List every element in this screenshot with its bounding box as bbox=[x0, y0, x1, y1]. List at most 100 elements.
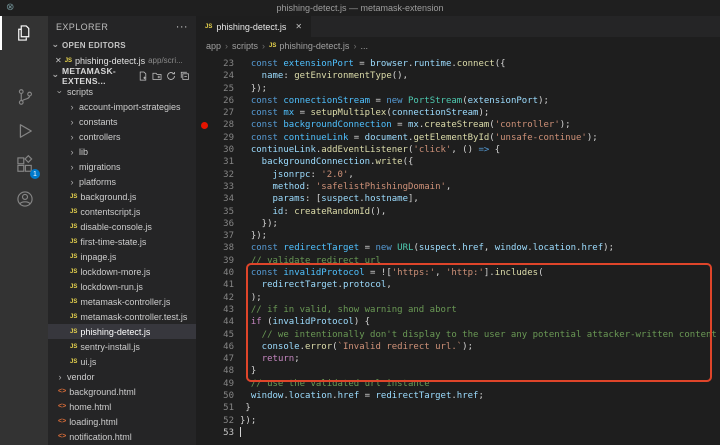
code-line-47[interactable]: 47 return; bbox=[196, 353, 720, 365]
line-number[interactable]: 46 bbox=[196, 341, 240, 353]
tree-item-disable-console-js[interactable]: JSdisable-console.js bbox=[48, 219, 196, 234]
code-line-52[interactable]: 52}); bbox=[196, 415, 720, 427]
run-debug-icon[interactable] bbox=[0, 114, 48, 148]
tree-item-metamask-controller-js[interactable]: JSmetamask-controller.js bbox=[48, 294, 196, 309]
tree-item-first-time-state-js[interactable]: JSfirst-time-state.js bbox=[48, 234, 196, 249]
line-number[interactable]: 45 bbox=[196, 329, 240, 341]
code-line-33[interactable]: 33 method: 'safelistPhishingDomain', bbox=[196, 181, 720, 193]
line-number[interactable]: 47 bbox=[196, 353, 240, 365]
collapse-all-icon[interactable] bbox=[179, 70, 191, 82]
tree-item-contentscript-js[interactable]: JScontentscript.js bbox=[48, 204, 196, 219]
project-header[interactable]: › METAMASK-EXTENS... bbox=[48, 68, 196, 84]
code-line-34[interactable]: 34 params: [suspect.hostname], bbox=[196, 193, 720, 205]
tree-item-metamask-controller-test-js[interactable]: JSmetamask-controller.test.js bbox=[48, 309, 196, 324]
line-number[interactable]: 23 bbox=[196, 58, 240, 70]
breadcrumb-scripts[interactable]: scripts bbox=[232, 41, 258, 51]
code-line-32[interactable]: 32 jsonrpc: '2.0', bbox=[196, 169, 720, 181]
new-file-icon[interactable] bbox=[137, 70, 149, 82]
line-number[interactable]: 42 bbox=[196, 292, 240, 304]
line-number[interactable]: 39 bbox=[196, 255, 240, 267]
tree-item-lockdown-more-js[interactable]: JSlockdown-more.js bbox=[48, 264, 196, 279]
code-line-37[interactable]: 37 }); bbox=[196, 230, 720, 242]
breakpoint-dot[interactable] bbox=[201, 122, 208, 129]
breadcrumb-phishing-detect-js[interactable]: JSphishing-detect.js bbox=[269, 41, 349, 51]
line-number[interactable]: 43 bbox=[196, 304, 240, 316]
line-number[interactable]: 34 bbox=[196, 193, 240, 205]
tree-item-notification-html[interactable]: <>notification.html bbox=[48, 429, 196, 444]
line-number[interactable]: 25 bbox=[196, 83, 240, 95]
line-number[interactable]: 32 bbox=[196, 169, 240, 181]
line-number[interactable]: 48 bbox=[196, 365, 240, 377]
extensions-icon[interactable]: 1 bbox=[0, 148, 48, 182]
line-number[interactable]: 27 bbox=[196, 107, 240, 119]
code-line-27[interactable]: 27 const mx = setupMultiplex(connectionS… bbox=[196, 107, 720, 119]
code-line-23[interactable]: 23 const extensionPort = browser.runtime… bbox=[196, 58, 720, 70]
code-line-40[interactable]: 40 const invalidProtocol = !['https:', '… bbox=[196, 267, 720, 279]
line-number[interactable]: 28 bbox=[196, 119, 240, 131]
line-number[interactable]: 38 bbox=[196, 242, 240, 254]
code-line-42[interactable]: 42 ); bbox=[196, 292, 720, 304]
code-line-48[interactable]: 48 } bbox=[196, 365, 720, 377]
line-number[interactable]: 35 bbox=[196, 206, 240, 218]
tree-item-migrations[interactable]: ›migrations bbox=[48, 159, 196, 174]
new-folder-icon[interactable] bbox=[151, 70, 163, 82]
line-number[interactable]: 29 bbox=[196, 132, 240, 144]
code-line-51[interactable]: 51 } bbox=[196, 402, 720, 414]
tree-item-background-html[interactable]: <>background.html bbox=[48, 384, 196, 399]
tree-item-ui-js[interactable]: JSui.js bbox=[48, 354, 196, 369]
code-line-31[interactable]: 31 backgroundConnection.write({ bbox=[196, 156, 720, 168]
more-actions-icon[interactable]: ··· bbox=[176, 23, 188, 31]
code-line-43[interactable]: 43 // if in valid, show warning and abor… bbox=[196, 304, 720, 316]
code-line-45[interactable]: 45 // we intentionally don't display to … bbox=[196, 329, 720, 341]
code-line-35[interactable]: 35 id: createRandomId(), bbox=[196, 206, 720, 218]
code-line-41[interactable]: 41 redirectTarget.protocol, bbox=[196, 279, 720, 291]
line-number[interactable]: 52 bbox=[196, 415, 240, 427]
code-line-24[interactable]: 24 name: getEnvironmentType(), bbox=[196, 70, 720, 82]
code-editor[interactable]: 23 const extensionPort = browser.runtime… bbox=[196, 55, 720, 445]
code-line-38[interactable]: 38 const redirectTarget = new URL(suspec… bbox=[196, 242, 720, 254]
code-line-44[interactable]: 44 if (invalidProtocol) { bbox=[196, 316, 720, 328]
line-number[interactable]: 36 bbox=[196, 218, 240, 230]
line-number[interactable]: 26 bbox=[196, 95, 240, 107]
line-number[interactable]: 40 bbox=[196, 267, 240, 279]
line-number[interactable]: 50 bbox=[196, 390, 240, 402]
tree-item-vendor[interactable]: ›vendor bbox=[48, 369, 196, 384]
line-number[interactable]: 33 bbox=[196, 181, 240, 193]
code-line-28[interactable]: 28 const backgroundConnection = mx.creat… bbox=[196, 119, 720, 131]
tree-item-background-js[interactable]: JSbackground.js bbox=[48, 189, 196, 204]
line-number[interactable]: 30 bbox=[196, 144, 240, 156]
refresh-icon[interactable] bbox=[165, 70, 177, 82]
tree-item-loading-html[interactable]: <>loading.html bbox=[48, 414, 196, 429]
line-number[interactable]: 31 bbox=[196, 156, 240, 168]
code-line-49[interactable]: 49 // use the validated url instance bbox=[196, 378, 720, 390]
line-number[interactable]: 49 bbox=[196, 378, 240, 390]
code-line-30[interactable]: 30 continueLink.addEventListener('click'… bbox=[196, 144, 720, 156]
code-line-29[interactable]: 29 const continueLink = document.getElem… bbox=[196, 132, 720, 144]
tree-item-lockdown-run-js[interactable]: JSlockdown-run.js bbox=[48, 279, 196, 294]
tree-item-inpage-js[interactable]: JSinpage.js bbox=[48, 249, 196, 264]
tree-item-constants[interactable]: ›constants bbox=[48, 114, 196, 129]
line-number[interactable]: 41 bbox=[196, 279, 240, 291]
close-icon[interactable]: ✕ bbox=[55, 56, 62, 65]
account-icon[interactable] bbox=[0, 182, 48, 216]
source-control-icon[interactable] bbox=[0, 80, 48, 114]
tree-item-sentry-install-js[interactable]: JSsentry-install.js bbox=[48, 339, 196, 354]
tree-item-home-html[interactable]: <>home.html bbox=[48, 399, 196, 414]
line-number[interactable]: 44 bbox=[196, 316, 240, 328]
tree-item-phishing-detect-js[interactable]: JSphishing-detect.js bbox=[48, 324, 196, 339]
tree-item-controllers[interactable]: ›controllers bbox=[48, 129, 196, 144]
code-line-39[interactable]: 39 // validate redirect url bbox=[196, 255, 720, 267]
tree-item-account-import-strategies[interactable]: ›account-import-strategies bbox=[48, 99, 196, 114]
tree-item-lib[interactable]: ›lib bbox=[48, 144, 196, 159]
line-number[interactable]: 37 bbox=[196, 230, 240, 242]
line-number[interactable]: 53 bbox=[196, 427, 240, 439]
line-number[interactable]: 51 bbox=[196, 402, 240, 414]
code-line-50[interactable]: 50 window.location.href = redirectTarget… bbox=[196, 390, 720, 402]
tab-phishing-detect[interactable]: JS phishing-detect.js ✕ bbox=[196, 16, 312, 37]
open-editors-header[interactable]: › OPEN EDITORS bbox=[48, 38, 196, 53]
breadcrumb-app[interactable]: app bbox=[206, 41, 221, 51]
tree-item-scripts[interactable]: ›scripts bbox=[48, 84, 196, 99]
code-line-26[interactable]: 26 const connectionStream = new PortStre… bbox=[196, 95, 720, 107]
breadcrumb----[interactable]: ... bbox=[360, 41, 368, 51]
code-line-36[interactable]: 36 }); bbox=[196, 218, 720, 230]
